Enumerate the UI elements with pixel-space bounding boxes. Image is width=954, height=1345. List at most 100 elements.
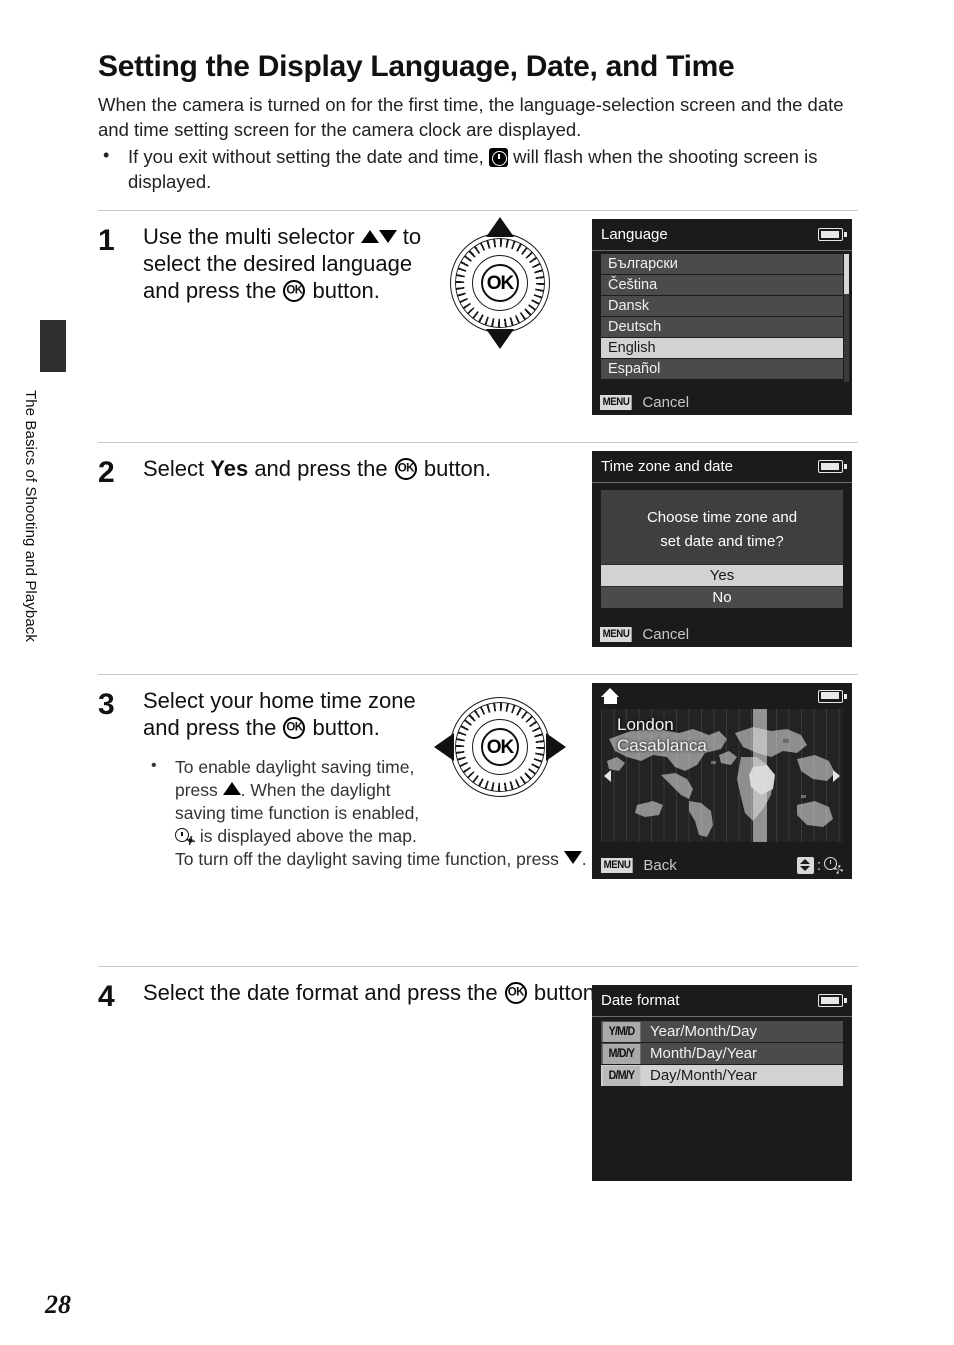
- step-3-text: Select your home time zone and press the…: [143, 688, 443, 742]
- date-format-row-dmy-selected[interactable]: D/M/Y Day/Month/Year: [601, 1065, 843, 1088]
- date-format-titlebar: Date format: [592, 985, 852, 1018]
- triangle-up-icon: [222, 782, 241, 796]
- city-line1: London: [617, 715, 674, 735]
- step-3-text-post: button.: [306, 715, 380, 741]
- step-1-text: Use the multi selector to select the des…: [143, 224, 443, 304]
- date-format-title: Date format: [601, 992, 680, 1010]
- list-item[interactable]: Български: [601, 254, 843, 276]
- city-label: London Casablanca: [617, 715, 707, 756]
- dial-arrow-up-icon: [486, 217, 514, 238]
- step-4-text-pre: Select the date format and press the: [143, 980, 504, 1006]
- list-item[interactable]: Čeština: [601, 275, 843, 297]
- step-number: 4: [98, 980, 115, 1014]
- step-2-text: Select Yes and press the button.: [143, 456, 613, 483]
- date-format-label: Day/Month/Year: [650, 1067, 758, 1085]
- cancel-label: Cancel: [642, 625, 690, 643]
- dial-arrow-right-icon: [546, 733, 566, 762]
- map-arrow-right-icon[interactable]: [833, 769, 840, 782]
- date-format-row-ymd[interactable]: Y/M/D Year/Month/Day: [601, 1021, 843, 1044]
- date-format-list[interactable]: Y/M/D Year/Month/Day M/D/Y Month/Day/Yea…: [592, 1017, 852, 1088]
- selected-timezone-band: [753, 709, 767, 843]
- list-item[interactable]: Deutsch: [601, 317, 843, 339]
- bullet-marker: •: [103, 145, 110, 166]
- date-format-label: Year/Month/Day: [650, 1023, 758, 1041]
- language-screen: Language Български Čeština Dansk Deutsch…: [592, 219, 852, 416]
- step-3-bullet: • To enable daylight saving time, press .…: [143, 756, 587, 871]
- dmy-badge-icon: D/M/Y: [602, 1065, 641, 1086]
- step-2-text-mid: and press the: [248, 456, 394, 482]
- step-1-text-post: button.: [306, 278, 380, 304]
- page-content: Setting the Display Language, Date, and …: [98, 0, 858, 1182]
- step-3-bullet-line4-post: .: [581, 849, 587, 870]
- tz-question-line2: set date and time?: [660, 532, 784, 550]
- battery-icon: [818, 228, 847, 242]
- chapter-label: The Basics of Shooting and Playback: [22, 390, 39, 642]
- multi-selector-dial-leftright[interactable]: OK: [434, 683, 566, 811]
- battery-icon: [818, 460, 847, 474]
- colon-separator: :: [816, 856, 821, 874]
- triangle-down-icon: [378, 230, 397, 244]
- date-format-screen: Date format Y/M/D Year/Month/Day M/D/Y M…: [592, 985, 852, 1182]
- tz-dialog-body: Choose time zone and set date and time? …: [601, 490, 843, 609]
- dial-body[interactable]: OK: [450, 697, 550, 798]
- tz-options[interactable]: Yes No: [601, 564, 843, 609]
- clock-icon: [488, 148, 508, 168]
- ok-button-icon: [394, 458, 417, 481]
- language-screen-footer: MENU Cancel: [592, 389, 852, 415]
- list-item[interactable]: Español: [601, 359, 843, 381]
- ymd-badge-icon: Y/M/D: [602, 1021, 641, 1042]
- map-arrow-left-icon[interactable]: [604, 769, 611, 782]
- battery-icon: [818, 689, 847, 703]
- tz-question: Choose time zone and set date and time?: [601, 490, 843, 553]
- cancel-label: Cancel: [642, 393, 690, 411]
- intro-bullet-pre: If you exit without setting the date and…: [128, 146, 489, 168]
- triangle-up-icon: [360, 230, 379, 244]
- date-format-row-mdy[interactable]: M/D/Y Month/Day/Year: [601, 1043, 843, 1066]
- intro-bullet: • If you exit without setting the date an…: [98, 145, 858, 194]
- bullet-marker: •: [151, 757, 157, 775]
- list-item-selected[interactable]: English: [601, 338, 843, 360]
- menu-badge: MENU: [601, 857, 634, 873]
- dial-ok-label: OK: [486, 272, 514, 294]
- step-1: 1 Use the multi selector to select the d…: [98, 211, 858, 426]
- daylight-saving-icon: [175, 828, 195, 846]
- chapter-tab: [40, 320, 66, 372]
- intro-paragraph: When the camera is turned on for the fir…: [98, 94, 844, 140]
- map-topbar: [592, 683, 852, 709]
- language-list[interactable]: Български Čeština Dansk Deutsch English …: [592, 251, 852, 383]
- language-screen-titlebar: Language: [592, 219, 852, 252]
- tz-screen-footer: MENU Cancel: [592, 621, 852, 647]
- dial-arrow-down-icon: [486, 329, 514, 350]
- list-item[interactable]: Dansk: [601, 296, 843, 318]
- step-2: 2 Select Yes and press the button. Time …: [98, 443, 858, 658]
- world-map[interactable]: London Casablanca: [601, 709, 843, 843]
- tz-option-yes[interactable]: Yes: [601, 564, 843, 587]
- map-footer: MENU Back :: [592, 851, 852, 879]
- updown-badge-icon: [796, 856, 814, 874]
- page-title: Setting the Display Language, Date, and …: [98, 50, 735, 83]
- menu-badge: MENU: [600, 626, 633, 642]
- tz-option-no[interactable]: No: [601, 586, 843, 609]
- dial-arrow-left-icon: [434, 733, 454, 762]
- time-zone-and-date-screen: Time zone and date Choose time zone and …: [592, 451, 852, 648]
- step-2-text-pre: Select: [143, 456, 211, 482]
- language-screen-title: Language: [601, 226, 668, 244]
- back-label: Back: [643, 856, 677, 874]
- scrollbar[interactable]: [844, 254, 849, 383]
- step-3-bullet-line3: is displayed above the map.: [195, 826, 417, 847]
- dial-ok-label: OK: [486, 736, 514, 758]
- dst-hint: :: [796, 856, 843, 874]
- mdy-badge-icon: M/D/Y: [602, 1043, 641, 1064]
- date-format-label: Month/Day/Year: [650, 1045, 758, 1063]
- city-line2: Casablanca: [617, 736, 707, 756]
- step-3-bullet-line4-pre: To turn off the daylight saving time fun…: [175, 849, 564, 870]
- step-number: 3: [98, 688, 115, 722]
- multi-selector-dial-updown[interactable]: OK: [436, 217, 564, 350]
- dial-body[interactable]: OK: [450, 233, 550, 334]
- battery-icon: [818, 994, 847, 1008]
- home-time-zone-screen: London Casablanca MENU Back :: [592, 683, 852, 880]
- tz-screen-title: Time zone and date: [601, 458, 734, 476]
- menu-badge: MENU: [600, 394, 633, 410]
- step-3: 3 Select your home time zone and press t…: [98, 675, 858, 950]
- triangle-down-icon: [563, 851, 582, 865]
